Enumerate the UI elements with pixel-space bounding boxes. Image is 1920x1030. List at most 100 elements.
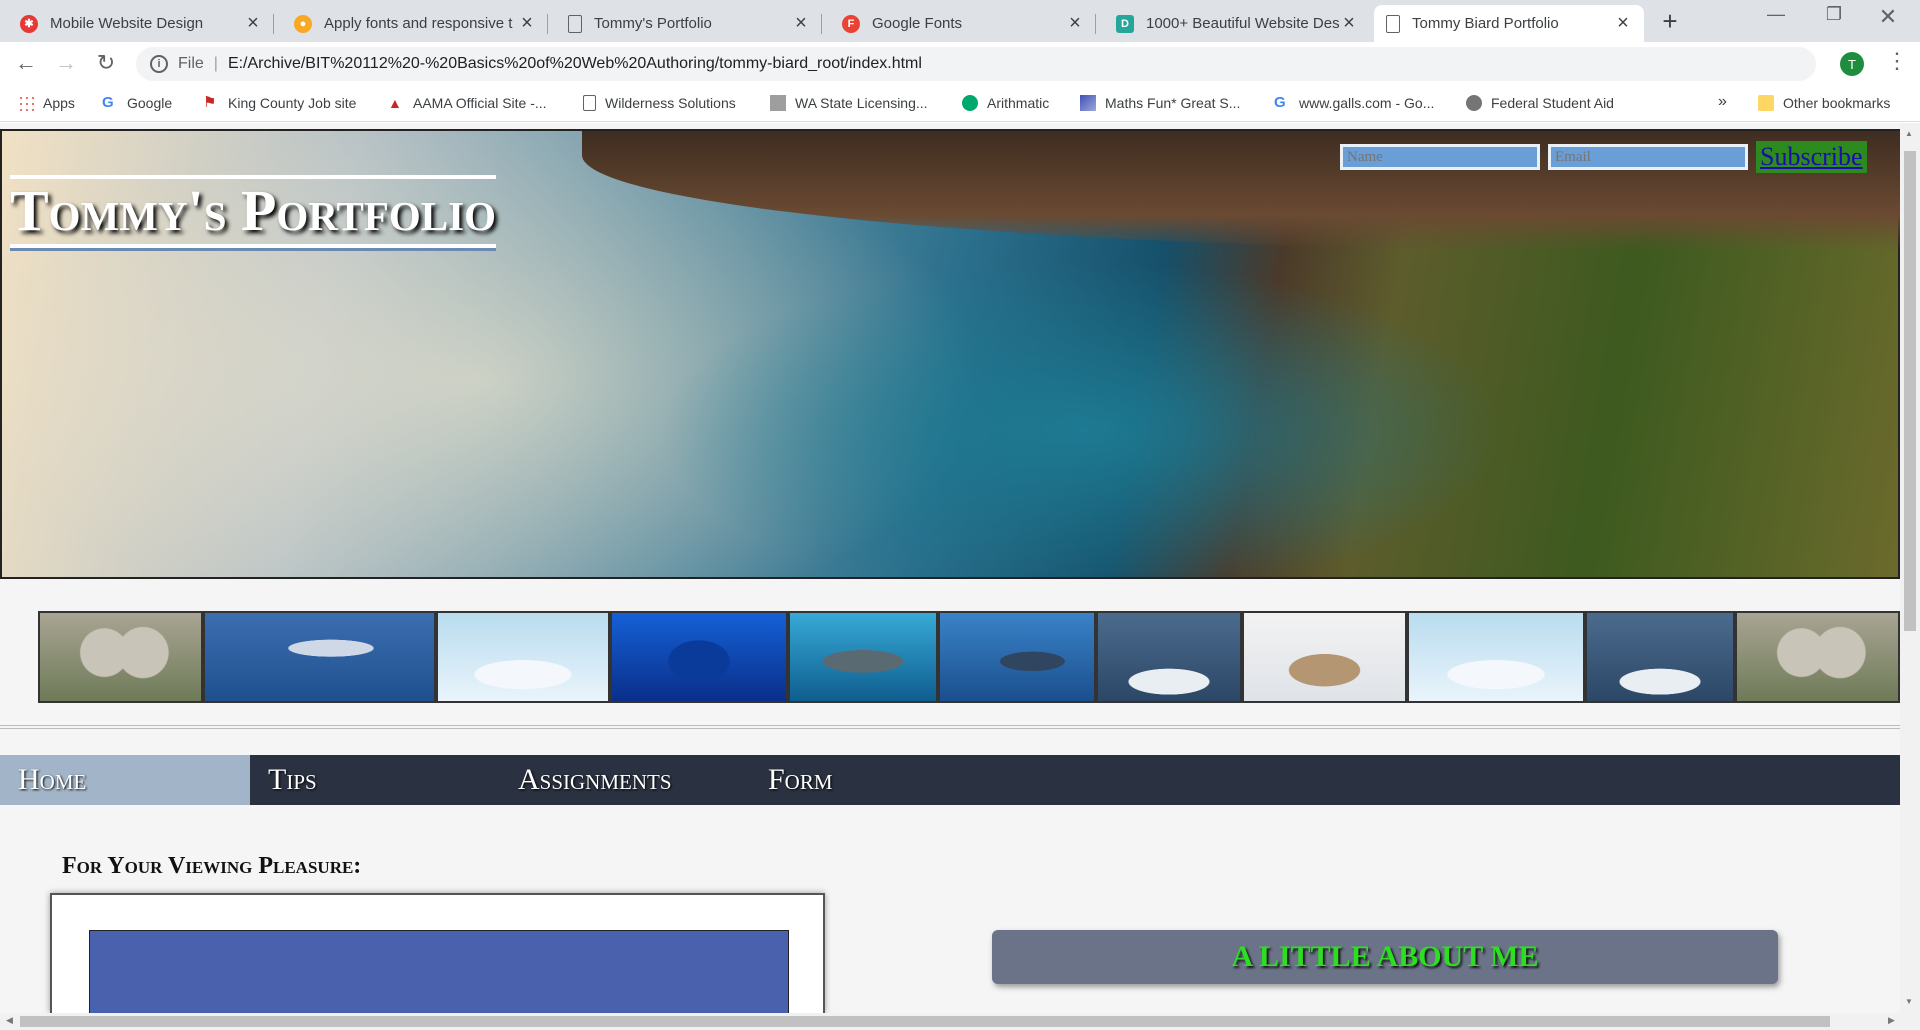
nav-tips[interactable]: Tips — [250, 755, 500, 805]
page-viewport: Tommy's Portfolio Subscribe Home Tips As… — [0, 123, 1900, 1013]
scroll-up-icon[interactable]: ▲ — [1905, 129, 1913, 138]
video-frame — [50, 893, 825, 1013]
tab-mobile-website-design[interactable]: ✱ Mobile Website Design × — [8, 5, 274, 42]
bookmark-label: AAMA Official Site -... — [413, 95, 547, 111]
forward-arrow-icon[interactable]: → — [52, 50, 80, 76]
nav-form[interactable]: Form — [750, 755, 1000, 805]
back-arrow-icon[interactable]: ← — [12, 50, 40, 76]
main-navigation: Home Tips Assignments Form — [0, 755, 1900, 805]
url-text[interactable]: E:/Archive/BIT%20112%20-%20Basics%20of%2… — [228, 55, 922, 73]
google-fonts-icon: F — [842, 14, 860, 33]
bookmark-label: WA State Licensing... — [795, 95, 928, 111]
close-icon[interactable]: × — [792, 12, 810, 35]
gallery-image-seal-snow — [1242, 611, 1407, 703]
gallery-section — [0, 579, 1900, 729]
tab-tommy-biard-portfolio[interactable]: Tommy Biard Portfolio × — [1374, 5, 1644, 42]
bookmark-maths-fun[interactable]: Maths Fun* Great S... — [1080, 95, 1240, 111]
gallery-image-penguins-2 — [1407, 611, 1585, 703]
bookmark-apps[interactable]: Apps — [18, 95, 75, 111]
close-icon[interactable]: × — [244, 12, 262, 35]
tab-title: Apply fonts and responsive t — [324, 15, 513, 32]
page-icon — [1386, 14, 1400, 33]
student-aid-icon — [1466, 95, 1482, 111]
gallery-image-whale-shark-deep — [938, 611, 1096, 703]
tab-strip: ✱ Mobile Website Design × ● Apply fonts … — [0, 0, 1920, 42]
maths-icon — [1080, 95, 1096, 111]
browser-menu-icon[interactable]: ⋮ — [1886, 48, 1908, 74]
tab-title: Tommy's Portfolio — [594, 15, 712, 32]
gallery-image-penguins-floe — [1096, 611, 1242, 703]
tab-title: 1000+ Beautiful Website Des — [1146, 15, 1340, 32]
bookmark-google[interactable]: G Google — [102, 95, 173, 112]
subscribe-form: Subscribe — [1340, 141, 1867, 173]
horizontal-scrollbar[interactable]: ◀ ▶ — [0, 1013, 1920, 1030]
bookmark-wilderness[interactable]: Wilderness Solutions — [583, 95, 736, 111]
gallery-image-penguins-floe-2 — [1585, 611, 1735, 703]
nav-home[interactable]: Home — [0, 755, 250, 805]
bookmark-arithmatic[interactable]: Arithmatic — [962, 95, 1049, 111]
tab-title: Tommy Biard Portfolio — [1412, 15, 1559, 32]
licensing-icon — [770, 95, 786, 111]
close-icon[interactable]: × — [518, 12, 536, 35]
bookmark-label: Google — [127, 95, 173, 111]
other-bookmarks[interactable]: Other bookmarks — [1758, 95, 1890, 111]
bookmark-label: Apps — [43, 95, 75, 111]
tab-beautiful-website-designs[interactable]: D 1000+ Beautiful Website Des × — [1104, 5, 1370, 42]
new-tab-plus-icon[interactable]: + — [1656, 6, 1684, 37]
flag-icon: ⚑ — [203, 94, 217, 111]
address-bar[interactable]: i File | E:/Archive/BIT%20112%20-%20Basi… — [136, 47, 1816, 81]
close-icon[interactable]: × — [1614, 12, 1632, 35]
bookmark-label: Maths Fun* Great S... — [1105, 95, 1241, 111]
window-close-icon[interactable]: ✕ — [1858, 4, 1918, 30]
vertical-scrollbar[interactable]: ▲ ▼ — [1900, 123, 1920, 1013]
mobile-site-icon: ✱ — [20, 14, 38, 33]
scroll-left-icon[interactable]: ◀ — [6, 1015, 13, 1026]
url-scheme: File — [178, 55, 204, 72]
profile-avatar[interactable]: T — [1840, 52, 1864, 76]
bookmark-galls[interactable]: G www.galls.com - Go... — [1274, 94, 1434, 112]
name-input[interactable] — [1340, 144, 1540, 170]
arithmatic-icon — [962, 95, 978, 111]
bookmark-label: Other bookmarks — [1783, 95, 1891, 111]
about-me-banner: A LITTLE ABOUT ME — [992, 930, 1778, 984]
close-icon[interactable]: × — [1340, 12, 1358, 35]
bookmarks-overflow-icon[interactable]: » — [1718, 93, 1727, 111]
scroll-down-icon[interactable]: ▼ — [1905, 997, 1913, 1006]
site-title: Tommy's Portfolio — [10, 175, 496, 248]
tab-google-fonts[interactable]: F Google Fonts × — [830, 5, 1096, 42]
email-input[interactable] — [1548, 144, 1748, 170]
reload-icon[interactable]: ↻ — [92, 50, 120, 76]
google-icon: G — [1274, 94, 1286, 111]
apps-grid-icon — [18, 95, 34, 111]
nav-assignments[interactable]: Assignments — [500, 755, 750, 805]
close-icon[interactable]: × — [1066, 12, 1084, 35]
embedded-video[interactable] — [89, 930, 789, 1013]
gallery-image-whale-shark — [788, 611, 938, 703]
page-icon — [568, 14, 582, 33]
bookmark-label: Arithmatic — [987, 95, 1050, 111]
bookmark-aama[interactable]: ▲ AAMA Official Site -... — [388, 95, 547, 111]
gallery-image-blue-fish — [610, 611, 788, 703]
minimize-icon[interactable]: — — [1746, 4, 1806, 25]
url-divider: | — [213, 55, 218, 72]
bookmarks-bar: Apps G Google ⚑ King County Job site ▲ A… — [0, 86, 1920, 122]
info-icon[interactable]: i — [150, 55, 168, 73]
folder-icon — [1758, 95, 1774, 111]
vertical-scroll-thumb[interactable] — [1904, 151, 1916, 631]
subscribe-button[interactable]: Subscribe — [1756, 141, 1867, 173]
gallery-image-penguins — [436, 611, 610, 703]
tab-tommys-portfolio[interactable]: Tommy's Portfolio × — [556, 5, 822, 42]
tab-apply-fonts[interactable]: ● Apply fonts and responsive t × — [282, 5, 548, 42]
design-icon: D — [1116, 14, 1134, 33]
bookmark-label: Wilderness Solutions — [605, 95, 736, 111]
image-gallery-strip — [38, 611, 1900, 703]
restore-icon[interactable]: ❐ — [1804, 4, 1864, 25]
bookmark-king-county[interactable]: ⚑ King County Job site — [203, 94, 357, 112]
bookmark-federal-student-aid[interactable]: Federal Student Aid — [1466, 95, 1614, 111]
bookmark-label: King County Job site — [228, 95, 357, 111]
hero-banner-image: Tommy's Portfolio Subscribe — [0, 129, 1900, 579]
scroll-right-icon[interactable]: ▶ — [1888, 1015, 1895, 1026]
bookmark-wa-licensing[interactable]: WA State Licensing... — [770, 95, 928, 111]
page-icon — [583, 95, 596, 111]
horizontal-scroll-thumb[interactable] — [20, 1016, 1830, 1027]
